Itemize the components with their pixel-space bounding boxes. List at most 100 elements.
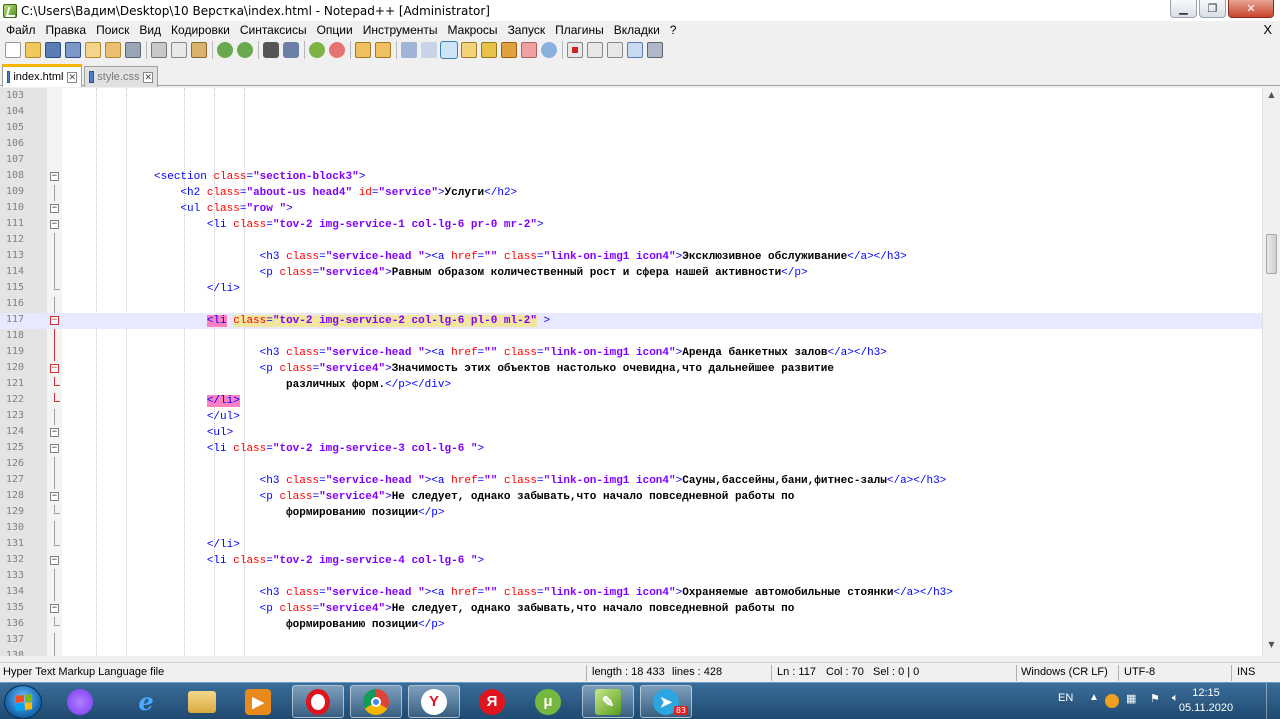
taskbar-alice[interactable] bbox=[54, 685, 106, 718]
taskbar-chrome[interactable] bbox=[350, 685, 402, 718]
open-file-icon[interactable] bbox=[25, 42, 41, 58]
code-line[interactable]: 124 − <ul> bbox=[0, 425, 1262, 441]
scroll-up-arrow-icon[interactable]: ▲ bbox=[1265, 90, 1278, 104]
maximize-button[interactable]: ❐ bbox=[1199, 0, 1226, 18]
print-icon[interactable] bbox=[125, 42, 141, 58]
save-macro-icon[interactable] bbox=[647, 42, 663, 58]
code-line[interactable]: 103 bbox=[0, 89, 1262, 105]
word-wrap-icon[interactable] bbox=[401, 42, 417, 58]
code-line[interactable]: 131 </li> bbox=[0, 537, 1262, 553]
tab-close-icon[interactable]: ✕ bbox=[67, 71, 77, 83]
show-all-chars-icon[interactable] bbox=[421, 42, 437, 58]
minimize-button[interactable]: ▁ bbox=[1170, 0, 1197, 18]
zoom-in-icon[interactable] bbox=[309, 42, 325, 58]
tray-app-icon[interactable] bbox=[1105, 694, 1119, 708]
code-line[interactable]: 107 bbox=[0, 153, 1262, 169]
code-line[interactable]: 111 − <li class="tov-2 img-service-1 col-… bbox=[0, 217, 1262, 233]
code-line[interactable]: 109 <h2 class="about-us head4" id="servi… bbox=[0, 185, 1262, 201]
taskbar-explorer[interactable] bbox=[176, 685, 228, 718]
fold-toggle-icon[interactable]: − bbox=[50, 172, 59, 181]
scroll-down-arrow-icon[interactable]: ▼ bbox=[1265, 640, 1278, 654]
menu-edit[interactable]: Правка bbox=[46, 23, 87, 37]
undo-icon[interactable] bbox=[217, 42, 233, 58]
fold-toggle-icon[interactable]: − bbox=[50, 556, 59, 565]
code-line[interactable]: 128 − <p class="service4">Не следует, одн… bbox=[0, 489, 1262, 505]
menu-run[interactable]: Запуск bbox=[508, 23, 546, 37]
code-line[interactable]: 126 bbox=[0, 457, 1262, 473]
code-line[interactable]: 121 различных форм.</p></div> bbox=[0, 377, 1262, 393]
find-icon[interactable] bbox=[263, 42, 279, 58]
menu-view[interactable]: Вид bbox=[139, 23, 161, 37]
taskbar-media-player[interactable]: ▶ bbox=[232, 685, 284, 718]
fold-toggle-icon[interactable]: − bbox=[50, 204, 59, 213]
code-editor[interactable]: 103 104 105 106 107 108 − <section class="sect… bbox=[0, 88, 1262, 656]
tab-close-icon[interactable]: ✕ bbox=[143, 71, 153, 83]
close-button[interactable]: ✕ bbox=[1228, 0, 1274, 18]
scrollbar-thumb[interactable] bbox=[1266, 234, 1277, 274]
menu-search[interactable]: Поиск bbox=[96, 23, 129, 37]
close-document-button[interactable]: X bbox=[1263, 22, 1272, 37]
taskbar-yandex-browser[interactable]: Y bbox=[408, 685, 460, 718]
taskbar-internet-explorer[interactable]: e bbox=[120, 685, 172, 718]
menu-encoding[interactable]: Кодировки bbox=[171, 23, 230, 37]
sync-vertical-icon[interactable] bbox=[355, 42, 371, 58]
show-hidden-icons-icon[interactable]: ▲ bbox=[1089, 692, 1099, 703]
run-macro-multiple-icon[interactable] bbox=[627, 42, 643, 58]
doc-map-icon[interactable] bbox=[481, 42, 497, 58]
code-line[interactable]: 130 bbox=[0, 521, 1262, 537]
code-line[interactable]: 119 <h3 class="service-head "><a href=""… bbox=[0, 345, 1262, 361]
menu-plugins[interactable]: Плагины bbox=[555, 23, 604, 37]
code-line[interactable]: 108 − <section class="section-block3"> bbox=[0, 169, 1262, 185]
close-file-icon[interactable] bbox=[85, 42, 101, 58]
taskbar-opera[interactable] bbox=[292, 685, 344, 718]
clock[interactable]: 12:15 05.11.2020 bbox=[1176, 686, 1236, 716]
fold-toggle-icon[interactable]: − bbox=[50, 428, 59, 437]
close-all-icon[interactable] bbox=[105, 42, 121, 58]
network-icon[interactable]: ▦ bbox=[1126, 692, 1136, 705]
menu-macro[interactable]: Макросы bbox=[448, 23, 498, 37]
taskbar-utorrent[interactable]: μ bbox=[522, 685, 574, 718]
code-line[interactable]: 112 bbox=[0, 233, 1262, 249]
code-line[interactable]: 138 bbox=[0, 649, 1262, 656]
code-line[interactable]: 136 формированию позиции</p> bbox=[0, 617, 1262, 633]
status-eol[interactable]: Windows (CR LF) bbox=[1021, 666, 1108, 678]
cut-icon[interactable] bbox=[151, 42, 167, 58]
code-line[interactable]: 117 − <li class="tov-2 img-service-2 col-… bbox=[0, 313, 1262, 329]
record-macro-icon[interactable] bbox=[567, 42, 583, 58]
taskbar-yandex[interactable]: Я bbox=[466, 685, 518, 718]
function-list-icon[interactable] bbox=[501, 42, 517, 58]
tab-index-html[interactable]: index.html ✕ bbox=[2, 64, 82, 87]
status-encoding[interactable]: UTF-8 bbox=[1124, 666, 1155, 678]
status-insert-mode[interactable]: INS bbox=[1237, 666, 1255, 678]
udl-icon[interactable] bbox=[461, 42, 477, 58]
taskbar-notepadpp[interactable]: ✎ bbox=[582, 685, 634, 718]
code-line[interactable]: 137 bbox=[0, 633, 1262, 649]
code-line[interactable]: 110 − <ul class="row "> bbox=[0, 201, 1262, 217]
fold-toggle-icon[interactable]: − bbox=[50, 604, 59, 613]
code-line[interactable]: 129 формированию позиции</p> bbox=[0, 505, 1262, 521]
language-indicator[interactable]: EN bbox=[1058, 692, 1073, 704]
indent-guide-icon[interactable] bbox=[440, 41, 458, 59]
menu-tools[interactable]: Инструменты bbox=[363, 23, 438, 37]
code-line[interactable]: 120 − <p class="service4">Значимость этих… bbox=[0, 361, 1262, 377]
code-line[interactable]: 106 bbox=[0, 137, 1262, 153]
code-line[interactable]: 104 bbox=[0, 105, 1262, 121]
show-desktop-button[interactable] bbox=[1266, 683, 1280, 719]
folder-workspace-icon[interactable] bbox=[521, 42, 537, 58]
menu-settings[interactable]: Опции bbox=[317, 23, 353, 37]
stop-macro-icon[interactable] bbox=[587, 42, 603, 58]
code-line[interactable]: 122 </li> bbox=[0, 393, 1262, 409]
notepadpp-icon[interactable] bbox=[3, 3, 17, 18]
code-line[interactable]: 115 </li> bbox=[0, 281, 1262, 297]
fold-toggle-icon[interactable]: − bbox=[50, 444, 59, 453]
fold-toggle-icon[interactable]: − bbox=[50, 220, 59, 229]
copy-icon[interactable] bbox=[171, 42, 187, 58]
code-line[interactable]: 118 bbox=[0, 329, 1262, 345]
menu-language[interactable]: Синтаксисы bbox=[240, 23, 307, 37]
fold-toggle-icon[interactable]: − bbox=[50, 316, 59, 325]
menu-help[interactable]: ? bbox=[670, 23, 677, 37]
menu-window[interactable]: Вкладки bbox=[614, 23, 660, 37]
code-line[interactable]: 116 bbox=[0, 297, 1262, 313]
code-line[interactable]: 134 <h3 class="service-head "><a href=""… bbox=[0, 585, 1262, 601]
menu-file[interactable]: Файл bbox=[6, 23, 36, 37]
